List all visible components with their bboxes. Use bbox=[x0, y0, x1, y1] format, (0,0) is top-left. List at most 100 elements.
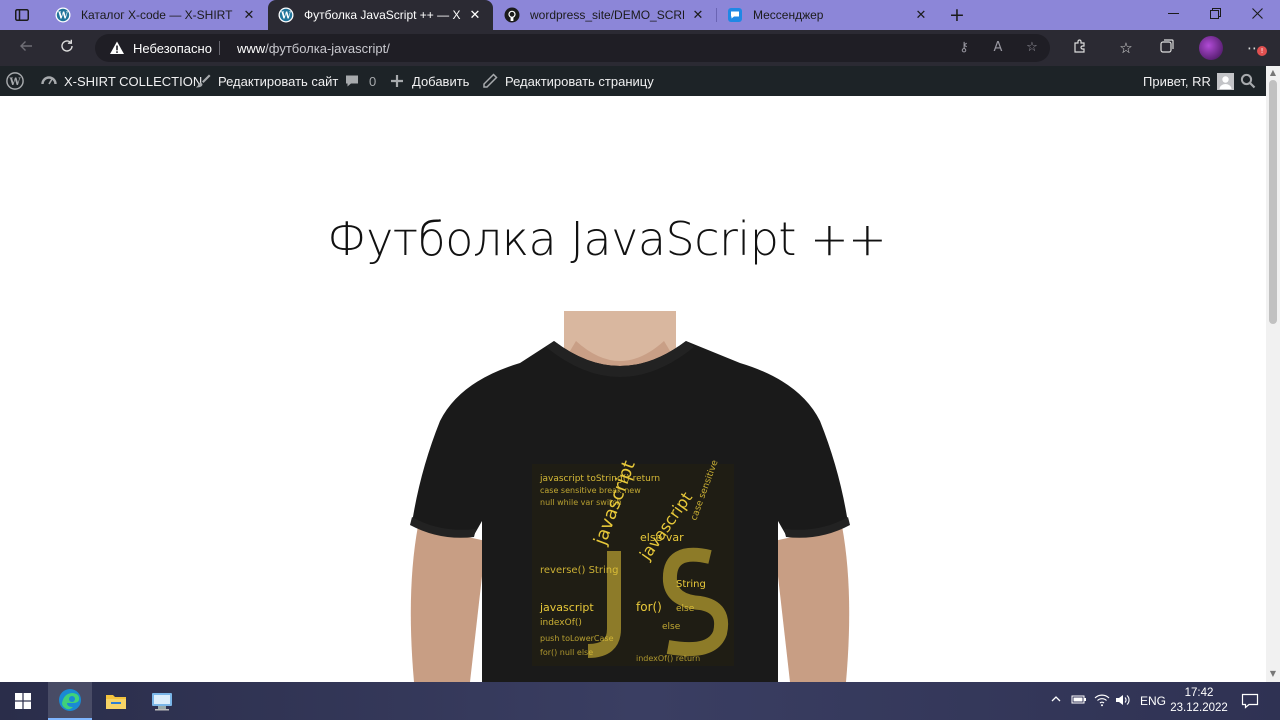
svg-text:reverse() String: reverse() String bbox=[540, 565, 618, 576]
read-aloud-icon[interactable]: A bbox=[990, 40, 1006, 56]
svg-text:for() null else: for() null else bbox=[540, 648, 593, 657]
wp-logo-button[interactable]: W bbox=[6, 66, 24, 96]
tab-title: wordpress_site/DEMO_SCREENS bbox=[530, 8, 684, 22]
svg-text:W: W bbox=[8, 77, 21, 88]
key-icon[interactable]: ⚷ bbox=[956, 40, 972, 56]
security-label[interactable]: Небезопасно bbox=[133, 41, 212, 56]
customize-label: Редактировать сайт bbox=[218, 73, 339, 89]
site-name-label: X-SHIRT COLLECTION bbox=[64, 73, 203, 89]
back-button[interactable] bbox=[16, 38, 36, 58]
windows-taskbar: ENG 17:42 23.12.2022 bbox=[0, 682, 1280, 720]
tab-actions-button[interactable] bbox=[8, 6, 36, 24]
tab-actions-icon bbox=[15, 9, 29, 21]
search-icon bbox=[1239, 72, 1257, 90]
new-content-link[interactable]: Добавить bbox=[388, 66, 469, 96]
battery-icon[interactable] bbox=[1071, 693, 1087, 709]
tab-messenger[interactable]: Мессенджер ✕ bbox=[717, 0, 939, 30]
svg-text:W: W bbox=[57, 12, 69, 22]
browser-toolbar: Небезопасно www/футболка-javascript/ ⚷ A… bbox=[0, 30, 1280, 66]
product-image[interactable]: javascript toString() return case sensit… bbox=[400, 311, 860, 682]
taskbar-edge[interactable] bbox=[48, 682, 92, 720]
svg-text:else var: else var bbox=[640, 531, 684, 544]
system-clock[interactable]: 17:42 23.12.2022 bbox=[1168, 686, 1230, 716]
show-hidden-icons-icon[interactable] bbox=[1048, 693, 1064, 709]
url-path: /футболка-javascript/ bbox=[265, 41, 390, 56]
wordpress-icon: W bbox=[55, 7, 71, 23]
svg-text:for(): for() bbox=[636, 600, 662, 614]
close-tab-icon[interactable]: ✕ bbox=[241, 7, 257, 23]
address-divider bbox=[219, 41, 220, 55]
messenger-icon bbox=[727, 7, 743, 23]
site-name-link[interactable]: X-SHIRT COLLECTION bbox=[40, 66, 202, 96]
tab-github[interactable]: wordpress_site/DEMO_SCREENS ✕ bbox=[494, 0, 716, 30]
notification-badge: ! bbox=[1257, 46, 1267, 56]
tab-product[interactable]: W Футболка JavaScript ++ — X-SH ✕ bbox=[268, 0, 493, 30]
user-avatar-icon bbox=[1216, 72, 1234, 90]
edit-page-label: Редактировать страницу bbox=[505, 73, 654, 89]
svg-text:indexOf(): indexOf() bbox=[540, 618, 582, 628]
github-icon bbox=[504, 7, 520, 23]
reload-button[interactable] bbox=[57, 38, 77, 58]
svg-text:W: W bbox=[280, 12, 292, 22]
notifications-icon[interactable] bbox=[1240, 693, 1260, 709]
tab-catalog[interactable]: W Каталог X-code — X-SHIRT COLL ✕ bbox=[45, 0, 267, 30]
plus-icon bbox=[388, 72, 406, 90]
svg-text:else: else bbox=[662, 622, 681, 632]
tab-title: Футболка JavaScript ++ — X-SH bbox=[304, 8, 461, 22]
comments-link[interactable]: 0 bbox=[343, 66, 376, 96]
volume-icon[interactable] bbox=[1115, 693, 1131, 709]
favorites-icon[interactable]: ☆ bbox=[1116, 38, 1136, 58]
minimize-icon bbox=[1167, 13, 1179, 14]
close-tab-icon[interactable]: ✕ bbox=[467, 7, 483, 23]
greeting-label: Привет, RR bbox=[1143, 73, 1211, 89]
reload-icon bbox=[61, 39, 73, 52]
restore-button[interactable] bbox=[1194, 0, 1236, 30]
browser-tab-strip: W Каталог X-code — X-SHIRT COLL ✕ W Футб… bbox=[0, 0, 1280, 30]
arrow-left-icon bbox=[20, 41, 32, 51]
warning-icon bbox=[110, 41, 124, 54]
collections-icon[interactable] bbox=[1157, 38, 1177, 58]
svg-text:javascript toString() return: javascript toString() return bbox=[539, 474, 660, 484]
control-panel-icon bbox=[152, 693, 172, 711]
start-button[interactable] bbox=[2, 682, 44, 720]
wordpress-logo-icon: W bbox=[6, 72, 24, 90]
pencil-icon bbox=[481, 72, 499, 90]
taskbar-app[interactable] bbox=[140, 682, 184, 720]
wifi-icon[interactable] bbox=[1094, 693, 1110, 709]
url-text[interactable]: www/футболка-javascript/ bbox=[237, 41, 390, 56]
comments-count: 0 bbox=[369, 73, 377, 89]
page-scrollbar[interactable]: ▲ ▼ bbox=[1266, 66, 1280, 682]
minimize-button[interactable] bbox=[1152, 0, 1194, 30]
folder-icon bbox=[106, 695, 126, 709]
customize-link[interactable]: Редактировать сайт bbox=[194, 66, 338, 96]
dashboard-icon bbox=[40, 72, 58, 90]
new-content-label: Добавить bbox=[412, 73, 470, 89]
clock-time: 17:42 bbox=[1184, 687, 1214, 699]
close-tab-icon[interactable]: ✕ bbox=[913, 7, 929, 23]
url-host: www bbox=[237, 41, 266, 56]
admin-search-button[interactable] bbox=[1239, 66, 1257, 96]
profile-avatar[interactable] bbox=[1199, 36, 1223, 60]
scroll-down-icon[interactable]: ▼ bbox=[1266, 668, 1280, 680]
scrollbar-thumb[interactable] bbox=[1269, 80, 1277, 324]
close-icon bbox=[1251, 8, 1263, 19]
new-tab-button[interactable]: + bbox=[946, 5, 968, 25]
scroll-up-icon[interactable]: ▲ bbox=[1266, 67, 1280, 79]
address-bar[interactable]: Небезопасно www/футболка-javascript/ ⚷ A… bbox=[95, 34, 1050, 62]
language-indicator[interactable]: ENG bbox=[1140, 694, 1166, 708]
svg-text:String: String bbox=[676, 579, 706, 590]
edit-page-link[interactable]: Редактировать страницу bbox=[481, 66, 654, 96]
restore-icon bbox=[1209, 8, 1221, 19]
edge-browser-icon bbox=[59, 689, 81, 711]
add-favorite-icon[interactable]: ☆ bbox=[1024, 40, 1040, 56]
wp-admin-bar: W X-SHIRT COLLECTION Редактировать сайт … bbox=[0, 66, 1266, 96]
close-window-button[interactable] bbox=[1236, 0, 1278, 30]
my-account-link[interactable]: Привет, RR bbox=[1143, 66, 1234, 96]
windows-logo-icon bbox=[15, 693, 31, 709]
page-content: Футболка JavaScript ++ javascript toStri… bbox=[0, 96, 1266, 682]
close-tab-icon[interactable]: ✕ bbox=[690, 7, 706, 23]
clock-date: 23.12.2022 bbox=[1170, 702, 1228, 714]
product-title: Футболка JavaScript ++ bbox=[327, 212, 887, 266]
extensions-icon[interactable] bbox=[1070, 38, 1090, 58]
taskbar-file-explorer[interactable] bbox=[94, 682, 138, 720]
